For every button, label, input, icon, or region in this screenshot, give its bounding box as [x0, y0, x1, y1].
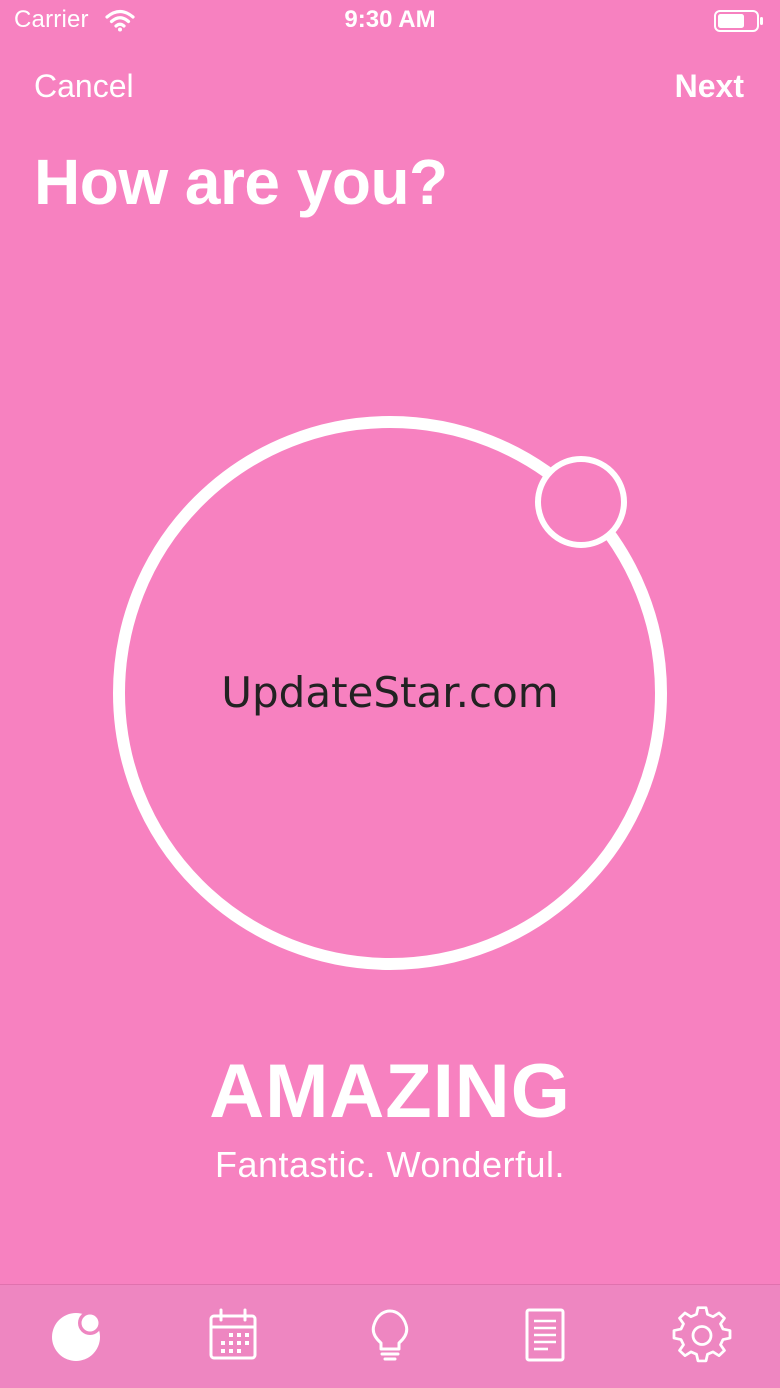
watermark-text: UpdateStar.com [221, 668, 559, 717]
mood-dial-knob[interactable] [535, 456, 627, 548]
tab-journal[interactable] [515, 1305, 575, 1365]
tab-settings[interactable] [672, 1305, 732, 1365]
status-time: 9:30 AM [344, 6, 436, 33]
mood-description: Fantastic. Wonderful. [215, 1144, 565, 1185]
tab-bar [0, 1284, 780, 1388]
page-title: How are you? [34, 146, 448, 218]
tab-insights[interactable] [360, 1305, 420, 1365]
tab-calendar[interactable] [203, 1305, 263, 1365]
document-icon [525, 1308, 565, 1362]
tab-mood[interactable] [48, 1305, 108, 1365]
next-button[interactable]: Next [675, 68, 744, 105]
status-bar: Carrier 9:30 AM [0, 0, 780, 44]
calendar-icon [209, 1308, 257, 1360]
mood-icon [52, 1311, 102, 1361]
gear-icon [672, 1306, 732, 1363]
lightbulb-icon [371, 1309, 409, 1361]
battery-icon [714, 10, 763, 32]
mood-label: AMAZING [209, 1049, 571, 1134]
cancel-button[interactable]: Cancel [34, 68, 134, 105]
